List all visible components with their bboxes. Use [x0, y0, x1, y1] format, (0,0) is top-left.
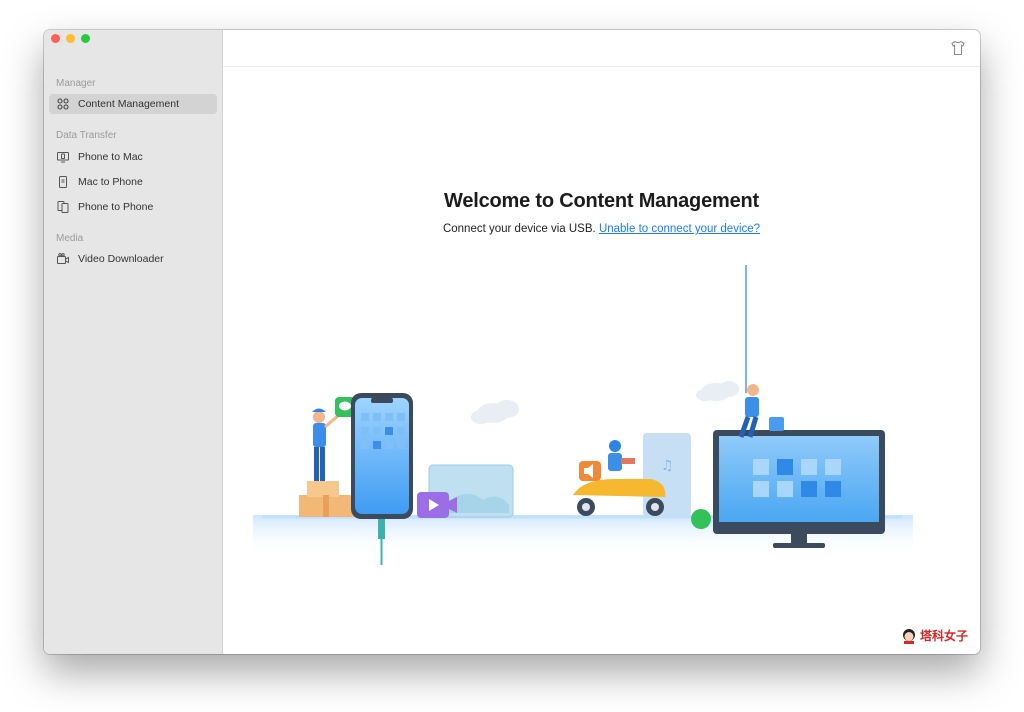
mac-to-phone-icon [57, 176, 69, 188]
cloud-icon [471, 400, 519, 424]
video-downloader-icon [57, 253, 69, 265]
zoom-window-button[interactable] [81, 34, 90, 43]
sidebar-item-phone-to-phone[interactable]: Phone to Phone [49, 197, 217, 217]
close-window-button[interactable] [51, 34, 60, 43]
section-label-manager: Manager [56, 78, 96, 89]
sidebar-item-mac-to-phone[interactable]: Mac to Phone [49, 172, 217, 192]
welcome-illustration: ♫ [253, 265, 913, 565]
watermark: 塔科女子 [901, 627, 968, 644]
window-controls [51, 34, 90, 43]
avatar-icon [902, 628, 915, 644]
sidebar-item-phone-to-mac[interactable]: Phone to Mac [49, 147, 217, 167]
sidebar: Manager Content Management Data Transfer… [44, 30, 223, 654]
unable-to-connect-link[interactable]: Unable to connect your device? [599, 223, 760, 235]
sidebar-item-label: Phone to Mac [78, 151, 143, 163]
section-label-data-transfer: Data Transfer [56, 130, 117, 141]
phone-to-phone-icon [57, 201, 69, 213]
page-subtitle: Connect your device via USB. Unable to c… [223, 223, 980, 235]
minimize-window-button[interactable] [66, 34, 75, 43]
watermark-text: 塔科女子 [919, 629, 968, 643]
connect-instruction: Connect your device via USB. [442, 223, 596, 235]
app-window: Manager Content Management Data Transfer… [44, 30, 980, 654]
sidebar-item-label: Phone to Phone [78, 201, 154, 213]
page-title: Welcome to Content Management [444, 190, 759, 212]
svg-text:♫: ♫ [661, 458, 674, 474]
sidebar-item-content-management[interactable]: Content Management [49, 94, 217, 114]
sidebar-item-video-downloader[interactable]: Video Downloader [49, 249, 217, 269]
toolbar [223, 30, 980, 67]
phone-to-mac-icon [57, 151, 69, 163]
section-label-media: Media [56, 233, 84, 244]
content-management-icon [57, 98, 69, 110]
sidebar-item-label: Content Management [78, 98, 179, 110]
main-content: Welcome to Content Management Connect yo… [223, 30, 980, 654]
tshirt-icon[interactable] [950, 40, 966, 56]
sidebar-item-label: Video Downloader [78, 253, 164, 265]
sidebar-item-label: Mac to Phone [78, 176, 143, 188]
